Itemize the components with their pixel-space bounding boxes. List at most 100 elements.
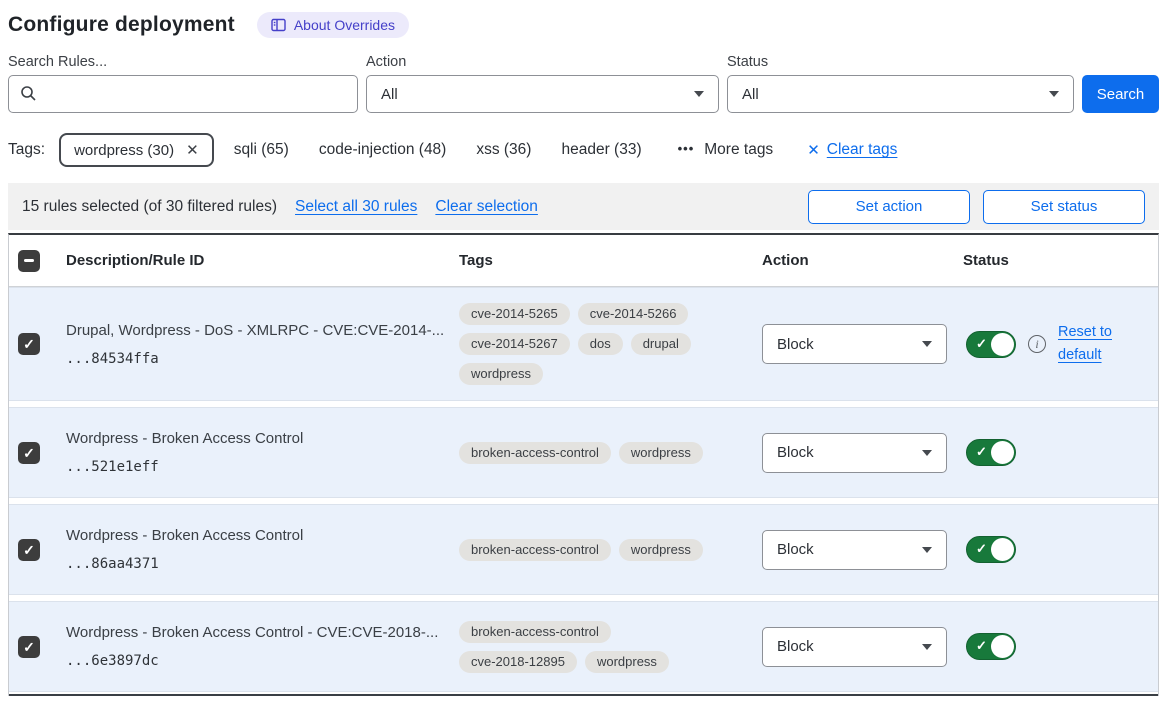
column-header-status: Status bbox=[963, 252, 1158, 269]
search-button[interactable]: Search bbox=[1082, 75, 1159, 113]
tag-link-sqli[interactable]: sqli (65) bbox=[234, 141, 289, 159]
remove-tag-icon[interactable]: ✕ bbox=[186, 141, 199, 159]
select-all-checkbox[interactable] bbox=[18, 250, 40, 272]
selected-tag-wordpress[interactable]: wordpress (30) ✕ bbox=[59, 133, 214, 167]
tag-pill: broken-access-control bbox=[459, 539, 611, 561]
action-select-value: Block bbox=[777, 444, 814, 461]
check-icon: ✓ bbox=[23, 543, 35, 557]
check-icon: ✓ bbox=[23, 446, 35, 460]
rule-id: ...84534ffa bbox=[66, 351, 459, 367]
row-checkbox-cell: ✓ bbox=[9, 333, 57, 355]
action-select[interactable]: Block bbox=[762, 324, 947, 364]
table-row: ✓ Wordpress - Broken Access Control ...8… bbox=[9, 504, 1158, 595]
tag-pill: drupal bbox=[631, 333, 691, 355]
check-icon: ✓ bbox=[23, 337, 35, 351]
book-icon bbox=[271, 18, 286, 32]
tag-pill: wordpress bbox=[585, 651, 669, 673]
tags-label: Tags: bbox=[8, 141, 45, 159]
rule-id: ...6e3897dc bbox=[66, 653, 459, 669]
row-checkbox-cell: ✓ bbox=[9, 636, 57, 658]
tag-pill: cve-2018-12895 bbox=[459, 651, 577, 673]
action-select[interactable]: Block bbox=[762, 627, 947, 667]
rule-description: Wordpress - Broken Access Control bbox=[66, 430, 459, 447]
rule-tags: broken-access-control cve-2018-12895 wordp… bbox=[459, 621, 729, 673]
row-checkbox[interactable]: ✓ bbox=[18, 442, 40, 464]
status-filter-select[interactable]: All bbox=[727, 75, 1074, 113]
reset-to-default-link[interactable]: Reset to default bbox=[1058, 321, 1122, 367]
info-icon[interactable]: i bbox=[1028, 335, 1046, 353]
about-overrides-badge[interactable]: About Overrides bbox=[257, 12, 409, 38]
set-status-button[interactable]: Set status bbox=[983, 190, 1145, 224]
status-toggle[interactable]: ✓ bbox=[966, 331, 1016, 358]
action-filter-label: Action bbox=[366, 54, 719, 70]
toggle-check-icon: ✓ bbox=[976, 638, 987, 654]
filters-bar: Search Rules... Action All Status All bbox=[8, 54, 1159, 113]
rule-tags: cve-2014-5265cve-2014-5266cve-2014-5267d… bbox=[459, 303, 729, 385]
caret-down-icon bbox=[922, 644, 932, 650]
status-toggle[interactable]: ✓ bbox=[966, 536, 1016, 563]
rule-description: Wordpress - Broken Access Control bbox=[66, 527, 459, 544]
status-filter: Status All bbox=[727, 54, 1074, 113]
rule-action-cell: Block bbox=[762, 627, 963, 667]
rule-description: Drupal, Wordpress - DoS - XMLRPC - CVE:C… bbox=[66, 322, 459, 339]
action-filter: Action All bbox=[366, 54, 719, 113]
select-all-cell bbox=[9, 250, 57, 272]
set-action-button[interactable]: Set action bbox=[808, 190, 970, 224]
more-tags-button[interactable]: ••• More tags bbox=[678, 141, 774, 159]
status-toggle[interactable]: ✓ bbox=[966, 633, 1016, 660]
column-header-tags: Tags bbox=[459, 252, 762, 269]
action-filter-select[interactable]: All bbox=[366, 75, 719, 113]
page-title: Configure deployment bbox=[8, 13, 235, 37]
row-checkbox-cell: ✓ bbox=[9, 539, 57, 561]
rule-action-cell: Block bbox=[762, 324, 963, 364]
row-checkbox[interactable]: ✓ bbox=[18, 539, 40, 561]
row-checkbox[interactable]: ✓ bbox=[18, 636, 40, 658]
tag-pill: wordpress bbox=[619, 442, 703, 464]
tag-link-code-injection[interactable]: code-injection (48) bbox=[319, 141, 447, 159]
rule-description-cell: Wordpress - Broken Access Control - CVE:… bbox=[57, 624, 459, 669]
rule-id: ...86aa4371 bbox=[66, 556, 459, 572]
tag-pill: cve-2014-5266 bbox=[578, 303, 689, 325]
rule-status-cell: ✓ i Reset to default bbox=[963, 321, 1158, 367]
rule-status-cell: ✓ bbox=[963, 439, 1158, 466]
action-filter-value: All bbox=[381, 86, 398, 103]
search-input[interactable] bbox=[8, 75, 358, 113]
caret-down-icon bbox=[1049, 91, 1059, 97]
rule-tags: broken-access-controlwordpress bbox=[459, 539, 729, 561]
action-select[interactable]: Block bbox=[762, 530, 947, 570]
search-icon bbox=[20, 85, 37, 102]
selected-tag-label: wordpress (30) bbox=[74, 142, 174, 159]
tag-pill: broken-access-control bbox=[459, 621, 611, 643]
tag-pill: dos bbox=[578, 333, 623, 355]
rule-tags: broken-access-control wordpress bbox=[459, 442, 729, 464]
tag-link-xss[interactable]: xss (36) bbox=[476, 141, 531, 159]
action-select-value: Block bbox=[777, 638, 814, 655]
table-header-row: Description/Rule ID Tags Action Status bbox=[9, 235, 1158, 287]
configure-deployment-page: Configure deployment About Overrides Sea… bbox=[0, 0, 1167, 718]
clear-selection-link[interactable]: Clear selection bbox=[435, 198, 538, 216]
rule-tags-cell: cve-2014-5265cve-2014-5266cve-2014-5267d… bbox=[459, 303, 762, 385]
caret-down-icon bbox=[922, 547, 932, 553]
tags-bar: Tags: wordpress (30) ✕ sqli (65) code-in… bbox=[8, 133, 1159, 167]
rule-tags-cell: broken-access-control cve-2018-12895 wordp… bbox=[459, 621, 762, 673]
action-select-value: Block bbox=[777, 336, 814, 353]
selection-bar: 15 rules selected (of 30 filtered rules)… bbox=[8, 183, 1159, 230]
action-select[interactable]: Block bbox=[762, 433, 947, 473]
selection-summary: 15 rules selected (of 30 filtered rules) bbox=[22, 198, 277, 216]
toggle-knob bbox=[991, 333, 1014, 356]
status-filter-label: Status bbox=[727, 54, 1074, 70]
search-filter: Search Rules... bbox=[8, 54, 358, 113]
rule-action-cell: Block bbox=[762, 530, 963, 570]
check-icon: ✓ bbox=[23, 640, 35, 654]
clear-tags-link[interactable]: ✕ Clear tags bbox=[807, 141, 897, 159]
toggle-knob bbox=[991, 538, 1014, 561]
status-filter-value: All bbox=[742, 86, 759, 103]
tag-link-header[interactable]: header (33) bbox=[561, 141, 641, 159]
rule-action-cell: Block bbox=[762, 433, 963, 473]
rule-status-cell: ✓ bbox=[963, 633, 1158, 660]
status-toggle[interactable]: ✓ bbox=[966, 439, 1016, 466]
tag-pill: broken-access-control bbox=[459, 442, 611, 464]
select-all-link[interactable]: Select all 30 rules bbox=[295, 198, 417, 216]
row-checkbox[interactable]: ✓ bbox=[18, 333, 40, 355]
table-bottom-border bbox=[9, 694, 1158, 696]
